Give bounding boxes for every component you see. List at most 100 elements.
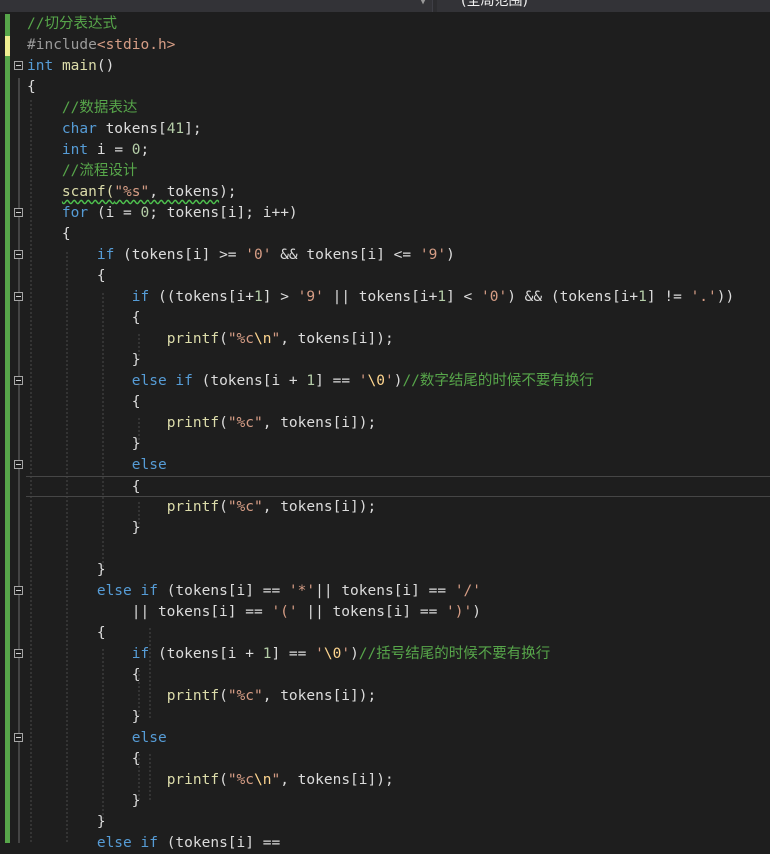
code-line[interactable]: //流程设计 bbox=[0, 161, 770, 182]
code-token: ( bbox=[219, 772, 228, 788]
code-line[interactable]: //数据表达 bbox=[0, 98, 770, 119]
chevron-down-icon[interactable]: ▼ bbox=[420, 0, 426, 7]
collapse-icon[interactable] bbox=[14, 733, 23, 742]
code-text: if ((tokens[i+1] > '9' || tokens[i+1] < … bbox=[27, 287, 734, 308]
collapse-icon[interactable] bbox=[14, 586, 23, 595]
code-token: '.' bbox=[690, 289, 717, 305]
code-line[interactable]: } bbox=[0, 812, 770, 833]
collapse-icon[interactable] bbox=[14, 208, 23, 217]
collapse-icon[interactable] bbox=[14, 250, 23, 259]
code-text: } bbox=[27, 518, 141, 539]
code-token: && tokens[i] <= bbox=[271, 247, 420, 263]
code-text: #include<stdio.h> bbox=[27, 35, 175, 56]
code-text: //流程设计 bbox=[27, 161, 137, 182]
collapse-icon[interactable] bbox=[14, 376, 23, 385]
code-line[interactable]: else if (tokens[i] == bbox=[0, 833, 770, 854]
code-line[interactable]: //切分表达式 bbox=[0, 14, 770, 35]
code-line[interactable]: { bbox=[0, 308, 770, 329]
code-token: } bbox=[27, 709, 141, 725]
code-line[interactable] bbox=[0, 539, 770, 560]
code-text: { bbox=[27, 266, 106, 287]
code-line[interactable]: #include<stdio.h> bbox=[0, 35, 770, 56]
code-line[interactable]: char tokens[41]; bbox=[0, 119, 770, 140]
code-token: \n bbox=[254, 331, 272, 347]
scope-dropdown[interactable]: (全局范围) bbox=[437, 0, 770, 12]
code-line[interactable]: { bbox=[0, 623, 770, 644]
code-text: if (tokens[i] >= '0' && tokens[i] <= '9'… bbox=[27, 245, 455, 266]
code-line[interactable]: if ((tokens[i+1] > '9' || tokens[i+1] < … bbox=[0, 287, 770, 308]
code-text: for (i = 0; tokens[i]; i++) bbox=[27, 203, 298, 224]
code-line[interactable]: { bbox=[0, 392, 770, 413]
code-token: if bbox=[140, 583, 158, 599]
code-line[interactable]: { bbox=[0, 665, 770, 686]
code-token: { bbox=[27, 310, 141, 326]
code-line[interactable]: { bbox=[0, 749, 770, 770]
code-token: //括号结尾的时候不要有换行 bbox=[358, 646, 551, 662]
code-line[interactable]: else if (tokens[i] == '*'|| tokens[i] ==… bbox=[0, 581, 770, 602]
code-token: ) bbox=[446, 247, 455, 263]
code-line[interactable]: else bbox=[0, 728, 770, 749]
code-token: ' bbox=[315, 646, 324, 662]
code-token: ' bbox=[358, 373, 368, 389]
code-line[interactable]: } bbox=[0, 560, 770, 581]
code-token: if bbox=[131, 289, 150, 305]
code-line[interactable]: if (tokens[i] >= '0' && tokens[i] <= '9'… bbox=[0, 245, 770, 266]
code-line[interactable]: for (i = 0; tokens[i]; i++) bbox=[0, 203, 770, 224]
code-token: "%c bbox=[227, 772, 255, 788]
code-token: } bbox=[27, 436, 141, 452]
code-line[interactable]: { bbox=[0, 266, 770, 287]
code-token: //数字结尾的时候不要有换行 bbox=[402, 373, 594, 389]
code-token: )) bbox=[716, 289, 735, 305]
code-line[interactable]: } bbox=[0, 350, 770, 371]
code-token: if bbox=[175, 373, 193, 389]
code-token: "%c" bbox=[227, 688, 263, 704]
code-text: { bbox=[27, 308, 141, 329]
code-line[interactable]: printf("%c\n", tokens[i]); bbox=[0, 770, 770, 791]
code-token: ) bbox=[472, 604, 481, 620]
code-line[interactable]: scanf("%s", tokens); bbox=[0, 182, 770, 203]
code-line[interactable]: } bbox=[0, 707, 770, 728]
code-line[interactable]: if (tokens[i + 1] == '\0')//括号结尾的时候不要有换行 bbox=[0, 644, 770, 665]
code-line[interactable]: { bbox=[26, 476, 770, 497]
code-token: ( bbox=[219, 331, 228, 347]
code-line[interactable]: } bbox=[0, 791, 770, 812]
code-line[interactable]: printf("%c\n", tokens[i]); bbox=[0, 329, 770, 350]
code-token: 1 bbox=[306, 373, 316, 389]
code-line[interactable]: } bbox=[0, 434, 770, 455]
code-text: } bbox=[27, 707, 141, 728]
collapse-icon[interactable] bbox=[14, 460, 23, 469]
code-text: { bbox=[27, 224, 71, 245]
code-token: ) && (tokens[i+ bbox=[507, 289, 639, 305]
collapse-icon[interactable] bbox=[14, 649, 23, 658]
code-line[interactable]: else if (tokens[i + 1] == '\0')//数字结尾的时候… bbox=[0, 371, 770, 392]
collapse-icon[interactable] bbox=[14, 61, 23, 70]
code-token: 1 bbox=[254, 289, 263, 305]
code-token: (tokens[i] == bbox=[157, 835, 289, 851]
code-line[interactable]: int i = 0; bbox=[0, 140, 770, 161]
code-token: \0 bbox=[323, 646, 342, 662]
code-line[interactable]: printf("%c", tokens[i]); bbox=[0, 497, 770, 518]
code-line[interactable]: printf("%c", tokens[i]); bbox=[0, 686, 770, 707]
code-line[interactable]: { bbox=[0, 224, 770, 245]
navigation-bar: ▼ (全局范围) bbox=[0, 0, 770, 12]
code-token: { bbox=[27, 479, 141, 495]
code-token: tokens[ bbox=[96, 121, 167, 137]
code-token: else bbox=[131, 373, 167, 389]
collapse-icon[interactable] bbox=[14, 292, 23, 301]
code-line[interactable]: int main() bbox=[0, 56, 770, 77]
code-token: ; bbox=[140, 142, 150, 158]
code-line[interactable]: else bbox=[0, 455, 770, 476]
code-token: } bbox=[27, 352, 141, 368]
code-line[interactable]: || tokens[i] == '(' || tokens[i] == ')') bbox=[0, 602, 770, 623]
file-scope-dropdown[interactable] bbox=[0, 0, 433, 12]
code-token: " bbox=[271, 331, 281, 347]
code-line[interactable]: { bbox=[0, 77, 770, 98]
code-token: } bbox=[27, 520, 141, 536]
code-line[interactable]: } bbox=[0, 518, 770, 539]
code-text: { bbox=[27, 665, 141, 686]
code-text: int main() bbox=[27, 56, 114, 77]
code-line[interactable]: printf("%c", tokens[i]); bbox=[0, 413, 770, 434]
